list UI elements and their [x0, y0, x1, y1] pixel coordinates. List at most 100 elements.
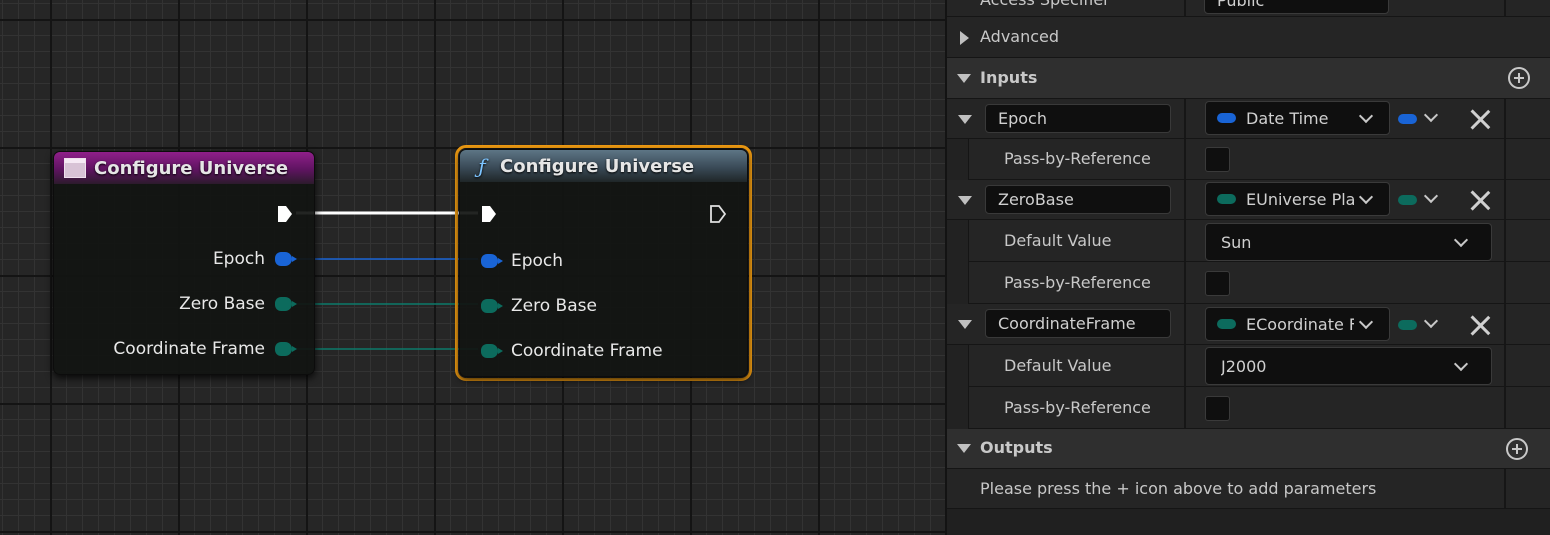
blueprint-graph-canvas[interactable]: Configure Universe Epoch Zero Base Coord… — [0, 0, 945, 535]
input-param-row: Epoch Date Time — [947, 99, 1550, 139]
default-value-text: Sun — [1221, 233, 1252, 252]
pass-by-reference-row: Pass-by-Reference — [947, 139, 1550, 180]
column-divider — [1504, 262, 1506, 303]
pin-label: Coordinate Frame — [113, 339, 265, 359]
column-divider — [1184, 0, 1186, 16]
container-type-icon[interactable] — [1398, 114, 1417, 124]
column-divider — [1184, 139, 1186, 179]
column-divider — [1504, 387, 1506, 428]
chevron-down-icon[interactable] — [1423, 107, 1439, 123]
pin-icon[interactable] — [275, 342, 297, 356]
outputs-section-header[interactable]: Outputs — [947, 429, 1550, 469]
param-name-input[interactable]: CoordinateFrame — [985, 309, 1171, 338]
pass-by-reference-checkbox[interactable] — [1205, 147, 1230, 172]
function-entry-node[interactable]: Configure Universe Epoch Zero Base Coord… — [53, 151, 315, 375]
exec-in-pin-icon[interactable] — [480, 204, 498, 224]
param-type-combo[interactable]: EUniverse Plar — [1205, 182, 1390, 216]
param-type-combo[interactable]: Date Time — [1205, 101, 1390, 135]
entry-output-zero-base[interactable]: Zero Base — [179, 294, 297, 314]
column-divider — [1184, 262, 1186, 303]
event-node-icon — [64, 158, 86, 178]
pin-icon[interactable] — [481, 299, 503, 313]
collapse-arrow-icon[interactable] — [958, 196, 972, 205]
default-value-label: Default Value — [1004, 231, 1112, 250]
indent-gutter — [947, 387, 969, 429]
call-input-zero-base[interactable]: Zero Base — [481, 296, 597, 316]
collapse-arrow-icon[interactable] — [958, 115, 972, 124]
add-output-icon[interactable] — [1506, 438, 1528, 460]
pass-by-reference-label: Pass-by-Reference — [1004, 398, 1151, 417]
access-specifier-value: Public — [1217, 0, 1265, 10]
default-value-combo[interactable]: Sun — [1205, 223, 1492, 261]
column-divider — [1504, 304, 1506, 344]
remove-param-icon[interactable] — [1469, 189, 1491, 211]
call-input-coordinate-frame[interactable]: Coordinate Frame — [481, 341, 663, 361]
container-type-icon[interactable] — [1398, 320, 1417, 330]
advanced-row[interactable]: Advanced — [947, 17, 1550, 58]
remove-param-icon[interactable] — [1469, 108, 1491, 130]
pin-label: Coordinate Frame — [511, 341, 663, 361]
column-divider — [1184, 387, 1186, 428]
outputs-hint-row: Please press the + icon above to add par… — [947, 469, 1550, 509]
param-type-value: ECoordinate Fr — [1246, 315, 1354, 334]
collapse-arrow-icon[interactable] — [957, 74, 971, 83]
chevron-down-icon[interactable] — [1423, 188, 1439, 204]
entry-node-title: Configure Universe — [94, 157, 289, 179]
chevron-down-icon — [1358, 108, 1374, 124]
column-divider — [1504, 469, 1506, 508]
entry-node-header[interactable]: Configure Universe — [54, 152, 314, 184]
default-value-text: J2000 — [1221, 357, 1267, 376]
exec-out-pin-icon[interactable] — [276, 204, 294, 224]
remove-param-icon[interactable] — [1469, 314, 1491, 336]
pin-label: Zero Base — [511, 296, 597, 316]
outputs-hint-text: Please press the + icon above to add par… — [980, 479, 1377, 498]
exec-out-pin-icon[interactable] — [709, 204, 727, 224]
chevron-down-icon — [1453, 232, 1469, 248]
pin-label: Epoch — [511, 251, 564, 271]
param-type-value: Date Time — [1246, 109, 1329, 128]
default-value-row: Default Value J2000 — [947, 345, 1550, 387]
container-type-icon[interactable] — [1398, 195, 1417, 205]
chevron-down-icon — [1358, 189, 1374, 205]
column-divider — [1504, 99, 1506, 138]
type-color-icon — [1217, 113, 1236, 123]
access-specifier-row: Access Specifier Public — [947, 0, 1550, 17]
indent-gutter — [947, 139, 969, 180]
input-param-row: ZeroBase EUniverse Plar — [947, 180, 1550, 220]
param-type-combo[interactable]: ECoordinate Fr — [1205, 307, 1390, 341]
default-value-row: Default Value Sun — [947, 220, 1550, 262]
pin-label: Zero Base — [179, 294, 265, 314]
indent-gutter — [947, 262, 969, 304]
pass-by-reference-checkbox[interactable] — [1205, 396, 1230, 421]
default-value-label: Default Value — [1004, 356, 1112, 375]
column-divider — [1184, 99, 1186, 138]
pin-icon[interactable] — [481, 254, 503, 268]
add-input-icon[interactable] — [1508, 67, 1530, 89]
pin-icon[interactable] — [275, 252, 297, 266]
access-specifier-combo[interactable]: Public — [1204, 0, 1389, 14]
column-divider — [1184, 220, 1186, 261]
expand-arrow-icon[interactable] — [960, 31, 969, 45]
default-value-combo[interactable]: J2000 — [1205, 347, 1492, 385]
chevron-down-icon — [1358, 314, 1374, 330]
column-divider — [1504, 0, 1506, 16]
access-specifier-label: Access Specifier — [980, 0, 1110, 9]
column-divider — [1184, 180, 1186, 219]
collapse-arrow-icon[interactable] — [958, 320, 972, 329]
collapse-arrow-icon[interactable] — [957, 444, 971, 453]
pass-by-reference-label: Pass-by-Reference — [1004, 149, 1151, 168]
call-node-header[interactable]: ƒ Configure Universe — [460, 150, 747, 182]
param-name-input[interactable]: Epoch — [985, 104, 1171, 133]
param-name-value: Epoch — [998, 109, 1047, 128]
pin-icon[interactable] — [481, 344, 503, 358]
entry-output-epoch[interactable]: Epoch — [213, 249, 297, 269]
entry-output-coordinate-frame[interactable]: Coordinate Frame — [113, 339, 297, 359]
pass-by-reference-checkbox[interactable] — [1205, 271, 1230, 296]
pin-icon[interactable] — [275, 297, 297, 311]
inputs-section-header[interactable]: Inputs — [947, 58, 1550, 99]
chevron-down-icon[interactable] — [1423, 313, 1439, 329]
param-name-value: CoordinateFrame — [998, 314, 1136, 333]
function-call-node[interactable]: ƒ Configure Universe Epoch Zero Base Coo… — [459, 149, 748, 377]
param-name-input[interactable]: ZeroBase — [985, 185, 1171, 214]
call-input-epoch[interactable]: Epoch — [481, 251, 563, 271]
